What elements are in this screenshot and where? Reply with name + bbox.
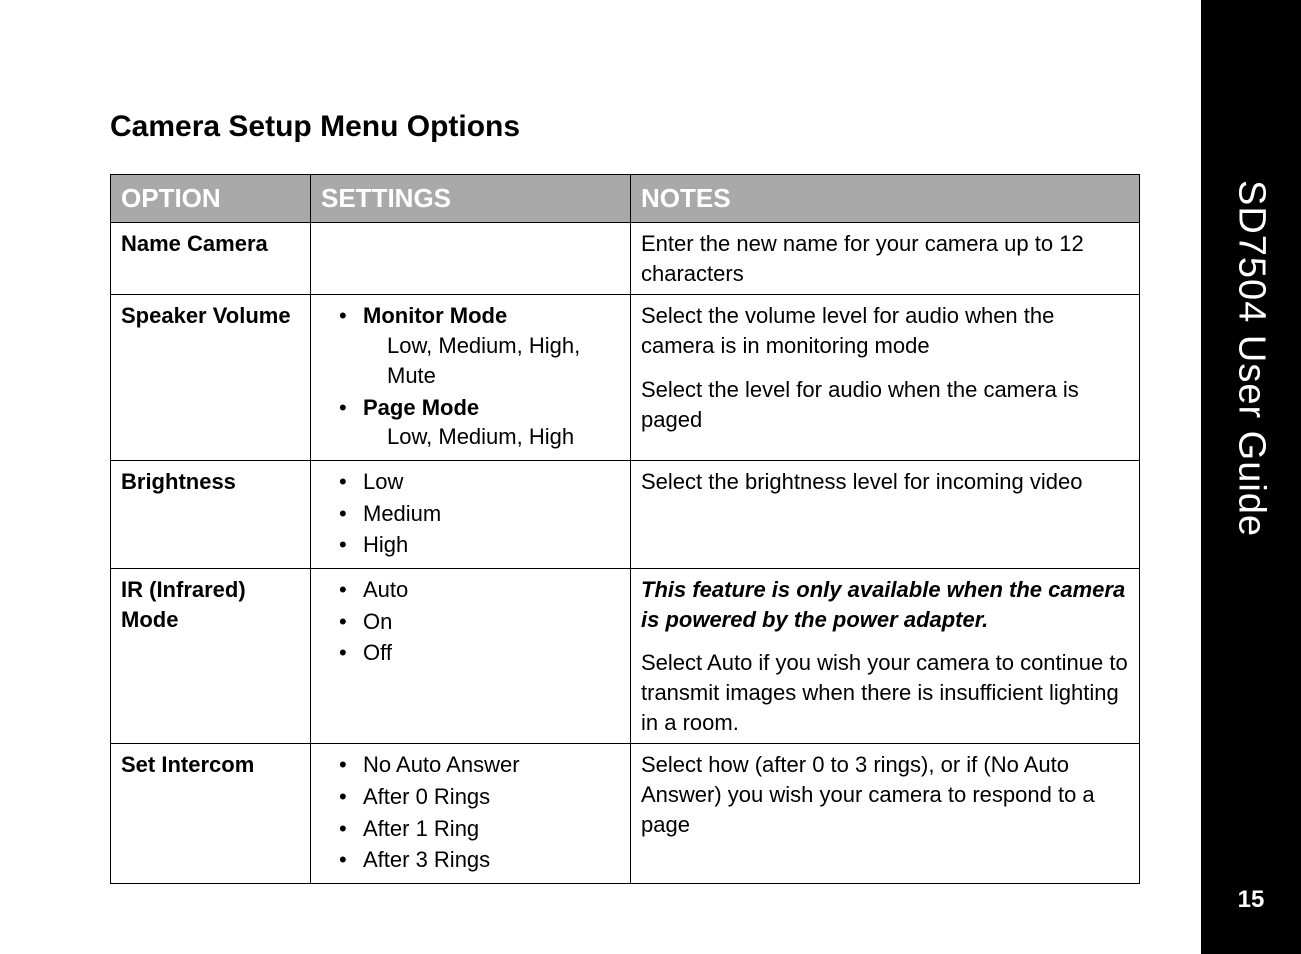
notes-ir-mode: This feature is only available when the … [631, 568, 1140, 743]
settings-brightness: Low Medium High [311, 460, 631, 568]
content-area: Camera Setup Menu Options OPTION SETTING… [0, 0, 1201, 954]
table-row: Brightness Low Medium High Select the br… [111, 460, 1140, 568]
options-table: OPTION SETTINGS NOTES Name Camera Enter … [110, 174, 1140, 884]
option-speaker-volume: Speaker Volume [111, 295, 311, 460]
list-item: Medium [339, 499, 620, 529]
list-item: Low [339, 467, 620, 497]
table-row: Name Camera Enter the new name for your … [111, 223, 1140, 295]
list-item: Page Mode Low, Medium, High [339, 393, 620, 452]
list-item: After 1 Ring [339, 814, 620, 844]
notes-brightness: Select the brightness level for incoming… [631, 460, 1140, 568]
list-item: Off [339, 638, 620, 668]
list-item: Auto [339, 575, 620, 605]
list-item: No Auto Answer [339, 750, 620, 780]
table-row: IR (Infrared) Mode Auto On Off This feat… [111, 568, 1140, 743]
page-container: Camera Setup Menu Options OPTION SETTING… [0, 0, 1301, 954]
note-text: Select the level for audio when the came… [641, 375, 1129, 434]
table-row: Speaker Volume Monitor Mode Low, Medium,… [111, 295, 1140, 460]
notes-name-camera: Enter the new name for your camera up to… [631, 223, 1140, 295]
settings-ir-mode: Auto On Off [311, 568, 631, 743]
note-emphasis: This feature is only available when the … [641, 575, 1129, 634]
list-item: On [339, 607, 620, 637]
side-bar: SD7504 User Guide 15 [1201, 0, 1301, 954]
header-settings: SETTINGS [311, 175, 631, 223]
header-option: OPTION [111, 175, 311, 223]
notes-speaker-volume: Select the volume level for audio when t… [631, 295, 1140, 460]
settings-set-intercom: No Auto Answer After 0 Rings After 1 Rin… [311, 744, 631, 884]
list-item: After 0 Rings [339, 782, 620, 812]
header-notes: NOTES [631, 175, 1140, 223]
note-text: Select Auto if you wish your camera to c… [641, 648, 1129, 737]
settings-speaker-volume: Monitor Mode Low, Medium, High, Mute Pag… [311, 295, 631, 460]
table-row: Set Intercom No Auto Answer After 0 Ring… [111, 744, 1140, 884]
settings-name-camera [311, 223, 631, 295]
notes-set-intercom: Select how (after 0 to 3 rings), or if (… [631, 744, 1140, 884]
option-ir-mode: IR (Infrared) Mode [111, 568, 311, 743]
setting-page-mode-values: Low, Medium, High [363, 422, 620, 452]
list-item: Monitor Mode Low, Medium, High, Mute [339, 301, 620, 390]
list-item: After 3 Rings [339, 845, 620, 875]
note-text: Select the volume level for audio when t… [641, 301, 1129, 360]
table-header-row: OPTION SETTINGS NOTES [111, 175, 1140, 223]
list-item: High [339, 530, 620, 560]
option-brightness: Brightness [111, 460, 311, 568]
option-name-camera: Name Camera [111, 223, 311, 295]
setting-monitor-mode-label: Monitor Mode [363, 303, 507, 328]
guide-title: SD7504 User Guide [1230, 180, 1273, 537]
section-title: Camera Setup Menu Options [110, 110, 1141, 144]
setting-page-mode-label: Page Mode [363, 395, 479, 420]
page-number: 15 [1238, 886, 1265, 914]
option-set-intercom: Set Intercom [111, 744, 311, 884]
setting-monitor-mode-values: Low, Medium, High, Mute [363, 331, 620, 390]
